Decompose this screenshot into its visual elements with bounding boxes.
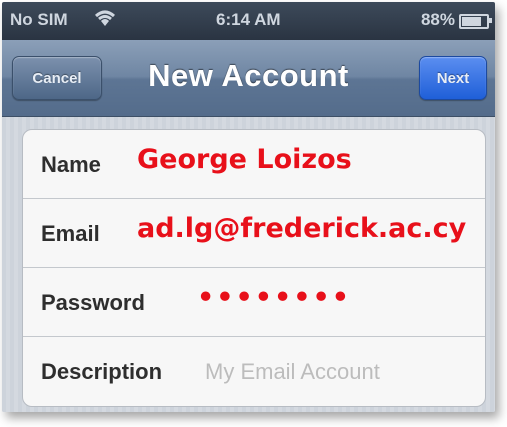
description-field[interactable]: My Email Account [205, 359, 380, 385]
account-form: Name George Loizos Email ad.lg@frederick… [22, 129, 486, 407]
email-label: Email [41, 221, 100, 246]
email-field[interactable]: ad.lg@frederick.ac.cy [137, 213, 466, 244]
navigation-bar: Cancel New Account Next [2, 40, 495, 117]
next-button[interactable]: Next [419, 56, 487, 100]
battery-percentage: 88% [420, 10, 455, 29]
wifi-icon [95, 10, 115, 26]
name-row[interactable]: Name George Loizos [23, 130, 485, 199]
device-screen: No SIM 6:14 AM 88% Cancel New Account Ne… [2, 2, 495, 412]
carrier-label: No SIM [10, 10, 68, 29]
name-label: Name [41, 152, 101, 177]
password-label: Password [41, 290, 145, 315]
content-area: Name George Loizos Email ad.lg@frederick… [2, 117, 495, 412]
description-row[interactable]: Description My Email Account [23, 337, 485, 405]
name-field[interactable]: George Loizos [137, 144, 352, 175]
battery-icon [459, 14, 492, 29]
password-field[interactable]: •••••••• [197, 282, 351, 313]
description-label: Description [41, 359, 163, 384]
battery-nub [489, 18, 492, 23]
clock: 6:14 AM [216, 10, 281, 29]
password-row[interactable]: Password •••••••• [23, 268, 485, 337]
battery-fill [462, 17, 481, 26]
status-bar: No SIM 6:14 AM 88% [2, 2, 495, 40]
email-row[interactable]: Email ad.lg@frederick.ac.cy [23, 199, 485, 268]
